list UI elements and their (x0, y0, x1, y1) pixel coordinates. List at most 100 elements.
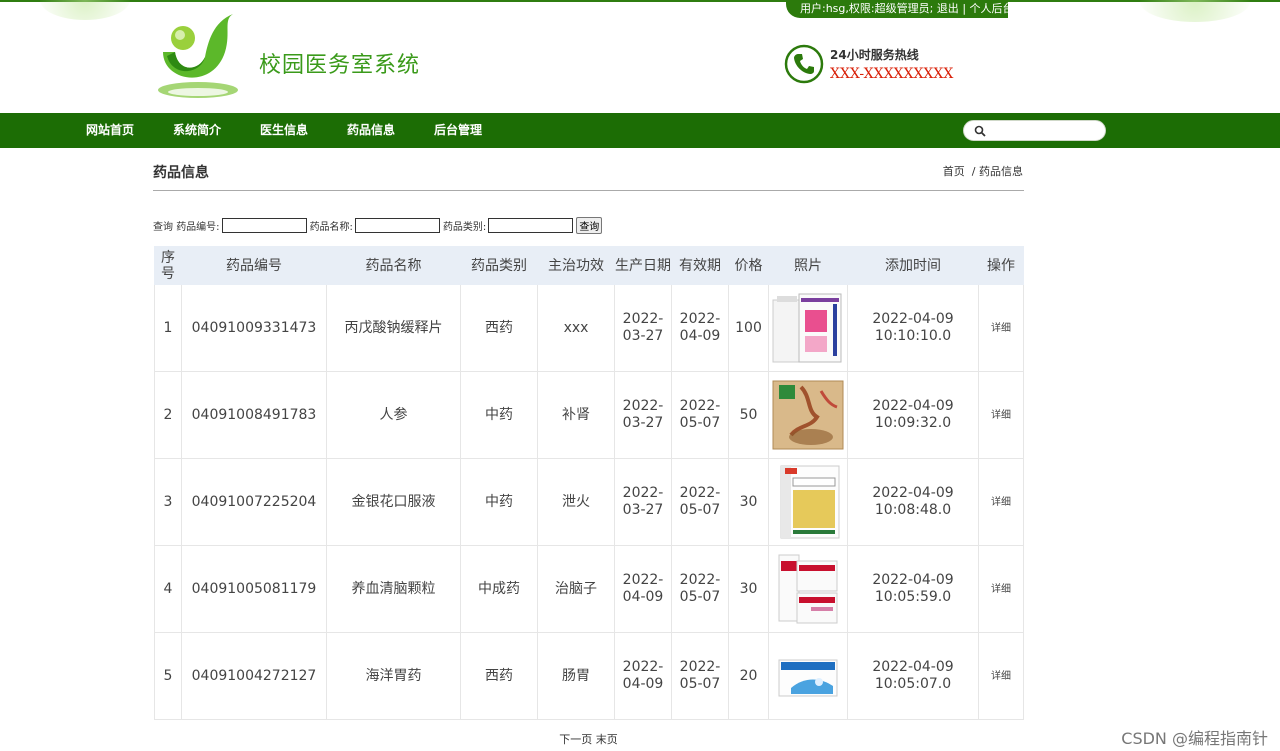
col-header-category: 药品类别 (460, 246, 538, 285)
detail-link[interactable]: 详细 (978, 458, 1024, 546)
cell-effect: xxx (537, 284, 615, 372)
last-page-link[interactable]: 末页 (596, 733, 618, 746)
search-box (963, 120, 1106, 141)
cell-expiry: 2022-05-07 (671, 371, 729, 459)
cell-expiry: 2022-05-07 (671, 632, 729, 720)
cell-photo (768, 371, 848, 459)
logout-link[interactable]: 退出 (937, 2, 959, 15)
cell-effect: 泄火 (537, 458, 615, 546)
cell-price: 20 (728, 632, 769, 720)
breadcrumb-current: 药品信息 (979, 165, 1023, 178)
cell-expiry: 2022-05-07 (671, 545, 729, 633)
heading-divider (153, 190, 1024, 191)
cell-category: 中药 (460, 458, 538, 546)
cell-effect: 治脑子 (537, 545, 615, 633)
nav-item-intro[interactable]: 系统简介 (173, 113, 221, 148)
cell-effect: 补肾 (537, 371, 615, 459)
cell-price: 50 (728, 371, 769, 459)
hotline-label: 24小时服务热线 (830, 48, 919, 62)
cell-name: 养血清脑颗粒 (326, 545, 461, 633)
breadcrumb-separator: / (971, 165, 976, 178)
detail-link[interactable]: 详细 (978, 371, 1024, 459)
cell-added: 2022-04-09 10:10:10.0 (847, 284, 979, 372)
cell-produced: 2022-03-27 (614, 458, 672, 546)
breadcrumb-home[interactable]: 首页 (943, 165, 965, 178)
cell-price: 30 (728, 458, 769, 546)
table-header-row: 序号 药品编号 药品名称 药品类别 主治功效 生产日期 有效期 价格 照片 添加… (154, 246, 1024, 285)
nav-item-medicines[interactable]: 药品信息 (347, 113, 395, 148)
detail-link[interactable]: 详细 (978, 632, 1024, 720)
user-info: 用户:hsg,权限:超级管理员; (800, 2, 934, 15)
type-label: 药品类别: (442, 222, 487, 233)
userbar-separator: | (962, 2, 967, 15)
leaf-decoration (40, 0, 130, 20)
medicine-photo-pill-box (772, 293, 842, 363)
nav-item-admin[interactable]: 后台管理 (434, 113, 482, 148)
cell-expiry: 2022-04-09 (671, 284, 729, 372)
cell-name: 海洋胃药 (326, 632, 461, 720)
cell-effect: 肠胃 (537, 632, 615, 720)
cell-added: 2022-04-09 10:08:48.0 (847, 458, 979, 546)
phone-icon (784, 44, 824, 84)
nav-item-home[interactable]: 网站首页 (86, 113, 134, 148)
detail-link[interactable]: 详细 (978, 284, 1024, 372)
cell-category: 西药 (460, 632, 538, 720)
cell-price: 30 (728, 545, 769, 633)
leaf-decoration (1140, 0, 1250, 22)
medicine-photo-granule-boxes (778, 554, 838, 624)
detail-link[interactable]: 详细 (978, 545, 1024, 633)
cell-photo (768, 458, 848, 546)
medicine-photo-stomach-box (778, 659, 838, 697)
col-header-action: 操作 (978, 246, 1024, 285)
cell-produced: 2022-04-09 (614, 545, 672, 633)
cell-produced: 2022-04-09 (614, 632, 672, 720)
query-label: 查询 (153, 222, 173, 233)
hotline-number: XXX-XXXXXXXXX (830, 66, 954, 82)
filter-form: 查询 药品编号: 药品名称: 药品类别: 查询 (153, 217, 603, 234)
name-input[interactable] (354, 218, 440, 233)
code-input[interactable] (221, 218, 307, 233)
type-input[interactable] (488, 218, 574, 233)
medicine-table: 序号 药品编号 药品名称 药品类别 主治功效 生产日期 有效期 价格 照片 添加… (154, 246, 1024, 720)
col-header-index: 序号 (154, 246, 182, 285)
cell-index: 1 (154, 284, 182, 372)
cell-name: 人参 (326, 371, 461, 459)
col-header-effect: 主治功效 (537, 246, 615, 285)
cell-index: 3 (154, 458, 182, 546)
col-header-expiry: 有效期 (671, 246, 729, 285)
cell-photo (768, 632, 848, 720)
cell-photo (768, 284, 848, 372)
cell-produced: 2022-03-27 (614, 284, 672, 372)
name-label: 药品名称: (309, 222, 353, 233)
cell-code: 04091005081179 (181, 545, 327, 633)
cell-category: 中成药 (460, 545, 538, 633)
table-row: 2 04091008491783 人参 中药 补肾 2022-03-27 202… (154, 371, 1024, 459)
cell-name: 丙戊酸钠缓释片 (326, 284, 461, 372)
personal-admin-link[interactable]: 个人后台 (970, 2, 1008, 15)
site-title: 校园医务室系统 (259, 53, 421, 78)
cell-index: 5 (154, 632, 182, 720)
query-button[interactable]: 查询 (576, 217, 603, 234)
search-icon[interactable] (974, 125, 986, 137)
next-page-link[interactable]: 下一页 (559, 733, 592, 746)
user-status-bar: 用户:hsg,权限:超级管理员; 退出 | 个人后台 (786, 0, 1008, 18)
cell-price: 100 (728, 284, 769, 372)
search-input[interactable] (990, 123, 1100, 138)
medicine-photo-oral-liquid-box (780, 465, 840, 539)
pagination: 下一页 末页 (0, 731, 1177, 747)
cell-code: 04091004272127 (181, 632, 327, 720)
col-header-photo: 照片 (768, 246, 848, 285)
nav-item-doctors[interactable]: 医生信息 (260, 113, 308, 148)
cell-produced: 2022-03-27 (614, 371, 672, 459)
cell-code: 04091009331473 (181, 284, 327, 372)
cell-category: 西药 (460, 284, 538, 372)
cell-expiry: 2022-05-07 (671, 458, 729, 546)
medicine-photo-ginseng-box (772, 380, 844, 450)
code-label: 药品编号: (176, 222, 220, 233)
table-row: 5 04091004272127 海洋胃药 西药 肠胃 2022-04-09 2… (154, 632, 1024, 720)
page-title: 药品信息 (153, 165, 209, 181)
col-header-price: 价格 (728, 246, 769, 285)
cell-code: 04091007225204 (181, 458, 327, 546)
cell-added: 2022-04-09 10:05:59.0 (847, 545, 979, 633)
col-header-name: 药品名称 (326, 246, 461, 285)
